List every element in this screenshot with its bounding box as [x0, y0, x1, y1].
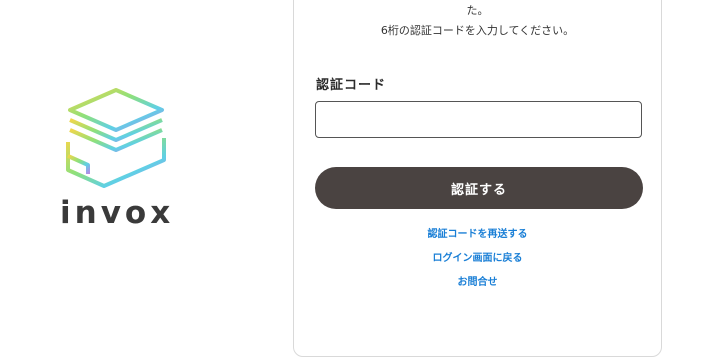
- verification-card: た。 6桁の認証コードを入力してください。 認証コード 認証する 認証コードを再…: [293, 0, 662, 357]
- verification-code-input[interactable]: [315, 101, 642, 138]
- instruction-message: た。 6桁の認証コードを入力してください。: [294, 1, 661, 41]
- back-to-login-link[interactable]: ログイン画面に戻る: [294, 247, 661, 271]
- verify-button[interactable]: 認証する: [315, 167, 643, 209]
- code-field-label: 認証コード: [316, 78, 387, 93]
- instruction-line-1: た。: [466, 4, 489, 17]
- help-links: 認証コードを再送する ログイン画面に戻る お問合せ: [294, 223, 661, 295]
- contact-link[interactable]: お問合せ: [294, 271, 661, 295]
- verification-page: invox た。 6桁の認証コードを入力してください。 認証コード 認証する 認…: [0, 0, 720, 360]
- brand-logo: invox: [52, 86, 182, 246]
- instruction-line-2: 6桁の認証コードを入力してください。: [380, 24, 575, 37]
- brand-wordmark: invox: [60, 195, 175, 231]
- resend-code-link[interactable]: 認証コードを再送する: [294, 223, 661, 247]
- stacked-layers-logo-icon: [66, 88, 166, 188]
